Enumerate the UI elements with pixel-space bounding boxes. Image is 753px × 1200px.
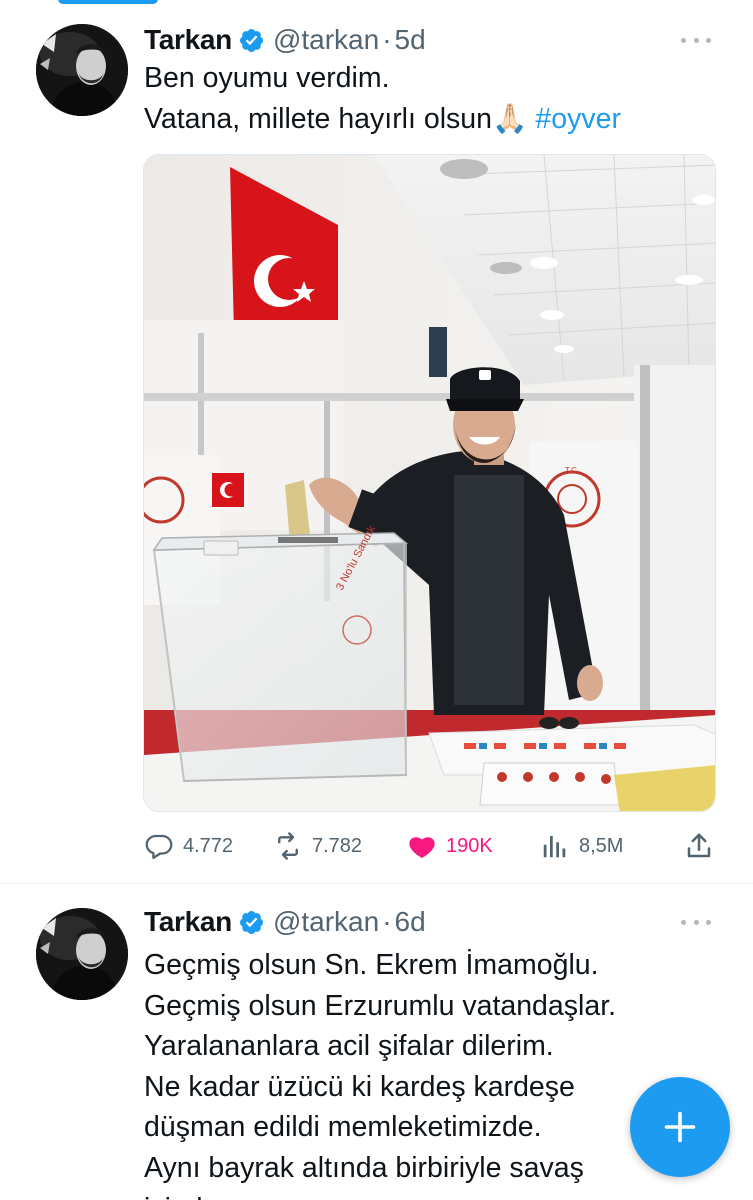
view-count: 8,5M: [579, 834, 624, 857]
separator-dot: ·: [382, 906, 392, 937]
tweet-text-line: Ben oyumu verdim.: [144, 62, 390, 94]
share-button[interactable]: [684, 828, 723, 864]
author-handle[interactable]: @tarkan: [273, 906, 379, 938]
tweet-text-line: Vatana, millete hayırlı olsun🙏🏻 #oyver: [144, 102, 621, 135]
tweet-timestamp[interactable]: 6d: [395, 906, 426, 938]
more-options-icon[interactable]: [681, 35, 711, 45]
tweet-text-line: Ne kadar üzücü ki kardeş kardeşe: [144, 1070, 575, 1103]
tweet-header: Tarkan @tarkan · 6d: [144, 905, 426, 939]
compose-button[interactable]: [630, 1077, 730, 1177]
separator-dot: ·: [382, 24, 392, 55]
reply-count: 4.772: [183, 834, 234, 857]
retweet-icon: [278, 832, 298, 860]
tweet-photo[interactable]: T.C. 3 No'lu Sandık: [143, 154, 716, 812]
verified-badge-icon: [239, 28, 263, 52]
avatar[interactable]: [36, 24, 128, 116]
reply-icon: [145, 834, 173, 859]
author-handle[interactable]: @tarkan: [273, 24, 379, 56]
tweet-timestamp[interactable]: 5d: [395, 24, 426, 56]
retweet-button[interactable]: 7.782: [273, 828, 362, 864]
voting-photo: T.C. 3 No'lu Sandık: [144, 155, 715, 811]
reply-button[interactable]: 4.772: [144, 828, 233, 864]
verified-badge-icon: [239, 910, 263, 934]
share-icon: [687, 833, 711, 858]
views-icon: [543, 836, 566, 858]
tweet-text: Geçmiş olsun Sn. Ekrem İmamoğlu. Geçmiş …: [144, 945, 616, 1200]
hashtag-link[interactable]: #oyver: [535, 103, 621, 135]
author-name[interactable]: Tarkan: [144, 906, 232, 938]
tweet-text-line: düşman edildi memleketimizde.: [144, 1111, 542, 1144]
tweet-text-line: Aynı bayrak altında birbiriyle savaş: [144, 1151, 584, 1184]
tweet-header: Tarkan @tarkan · 5d: [144, 23, 426, 57]
pray-emoji: 🙏🏻: [491, 102, 528, 135]
tweet-actions: 4.772 7.782 190K 8,5M: [144, 828, 716, 864]
tweet-text-line: Yaralananlara acil şifalar dilerim.: [144, 1030, 554, 1063]
avatar-image: [36, 908, 128, 1000]
more-options-icon[interactable]: [681, 917, 711, 927]
avatar[interactable]: [36, 908, 128, 1000]
views-button[interactable]: 8,5M: [540, 828, 623, 864]
retweet-count: 7.782: [312, 834, 363, 857]
tweet-text-line: içinde: [144, 1189, 616, 1200]
author-name[interactable]: Tarkan: [144, 24, 232, 56]
tweet[interactable]: Tarkan @tarkan · 5d Ben oyumu verdim. Va…: [0, 0, 753, 884]
tweet-text: Ben oyumu verdim. Vatana, millete hayırl…: [144, 58, 621, 139]
tweet-text-line: Geçmiş olsun Sn. Ekrem İmamoğlu.: [144, 949, 599, 981]
like-count: 190K: [446, 834, 493, 857]
heart-icon: [409, 837, 435, 858]
like-button[interactable]: 190K: [407, 828, 493, 864]
tweet-text-line: Geçmiş olsun Erzurumlu vatandaşlar.: [144, 989, 617, 1022]
plus-icon: [664, 1111, 696, 1143]
avatar-image: [36, 24, 128, 116]
booth-emblem-text: T.C.: [565, 466, 579, 475]
